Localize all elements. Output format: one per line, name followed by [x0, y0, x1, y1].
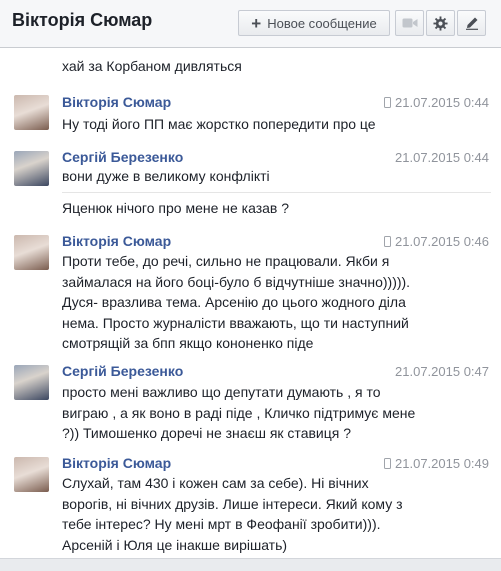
message-line: ?)) Тимошенко доречі не знаєш як ставиця…	[62, 425, 352, 441]
message-text: Яценюк нічого про мене не казав ?	[62, 198, 482, 219]
message-divider	[62, 192, 491, 193]
mobile-phone-icon	[384, 97, 392, 108]
message-item: Вікторія Сюмар 21.07.2015 0:46 Проти теб…	[0, 230, 501, 358]
sender-name[interactable]: Сергій Березенко	[62, 149, 183, 165]
avatar[interactable]	[14, 151, 49, 186]
timestamp-text: 21.07.2015 0:47	[395, 364, 489, 379]
message-timestamp: 21.07.2015 0:46	[384, 234, 489, 249]
plus-icon: +	[251, 13, 262, 33]
compose-button[interactable]	[457, 10, 486, 36]
message-timestamp: 21.07.2015 0:44	[395, 150, 489, 165]
message-item: Вікторія Сюмар 21.07.2015 0:49 Слухай, т…	[0, 452, 501, 558]
conversation-title[interactable]: Вікторія Сюмар	[12, 10, 152, 31]
message-line: Арсеній і Юля це інакше вирішать)	[62, 536, 288, 553]
timestamp-text: 21.07.2015 0:44	[395, 95, 489, 110]
message-item: Сергій Березенко 21.07.2015 0:44 вони ду…	[0, 146, 501, 228]
message-line: займалася на його боці-було б відчутніше…	[62, 273, 411, 290]
message-timestamp: 21.07.2015 0:47	[395, 364, 489, 379]
message-item: Сергій Березенко 21.07.2015 0:47 просто …	[0, 360, 501, 450]
message-line: Слухай, там 430 і кожен сам за себе). Ні…	[62, 475, 369, 491]
avatar[interactable]	[14, 235, 49, 270]
message-timestamp: 21.07.2015 0:49	[384, 456, 489, 471]
message-text: вони дуже в великому конфлікті	[62, 166, 482, 187]
message-line: тебе інтерес? Ну мені мрт в Феофанії зро…	[62, 516, 381, 532]
message-item: хай за Корбаном дивляться	[0, 48, 501, 80]
message-text: хай за Корбаном дивляться	[62, 56, 482, 77]
compose-icon	[465, 17, 478, 30]
message-text: Проти тебе, до речі, сильно не працювали…	[62, 251, 482, 354]
message-line: Яценюк нічого про мене не казав ?	[62, 200, 290, 216]
timestamp-text: 21.07.2015 0:44	[395, 150, 489, 165]
message-line: Проти тебе, до речі, сильно не працювали…	[62, 253, 390, 269]
sender-name[interactable]: Сергій Березенко	[62, 363, 183, 379]
message-line: виграю , а як воно в раді піде , Кличко …	[62, 404, 416, 421]
timestamp-text: 21.07.2015 0:46	[395, 234, 489, 249]
message-text: Слухай, там 430 і кожен сам за себе). Ні…	[62, 473, 482, 555]
mobile-phone-icon	[384, 236, 392, 247]
message-line: ворогів, ні вічних друзів. Лише інтереси…	[62, 495, 403, 512]
message-thread[interactable]: хай за Корбаном дивляться Вікторія Сюмар…	[0, 48, 501, 558]
sender-name[interactable]: Вікторія Сюмар	[62, 94, 171, 110]
avatar[interactable]	[14, 457, 49, 492]
message-item: Вікторія Сюмар 21.07.2015 0:44 Ну тоді й…	[0, 90, 501, 136]
new-message-button[interactable]: + Новое сообщение	[238, 10, 390, 36]
timestamp-text: 21.07.2015 0:49	[395, 456, 489, 471]
mobile-phone-icon	[384, 458, 392, 469]
sender-name[interactable]: Вікторія Сюмар	[62, 233, 171, 249]
message-timestamp: 21.07.2015 0:44	[384, 95, 489, 110]
message-text: просто мені важливо що депутати думають …	[62, 382, 482, 444]
avatar[interactable]	[14, 95, 49, 130]
gear-icon	[433, 15, 448, 31]
message-line: Дуся- вразлива тема. Арсенію до цього жо…	[62, 294, 406, 310]
message-line: нема. Просто журналісти вважають, що ти …	[62, 314, 409, 331]
message-line: Ну тоді його ПП має жорстко попередити п…	[62, 116, 376, 132]
settings-button[interactable]	[426, 10, 455, 36]
sender-name[interactable]: Вікторія Сюмар	[62, 455, 171, 471]
video-call-button[interactable]	[395, 10, 424, 36]
message-line: вони дуже в великому конфлікті	[62, 168, 270, 184]
conversation-header: Вікторія Сюмар + Новое сообщение	[0, 0, 501, 48]
message-line: хай за Корбаном дивляться	[62, 58, 242, 74]
message-text: Ну тоді його ПП має жорстко попередити п…	[62, 114, 482, 135]
avatar[interactable]	[14, 365, 49, 400]
message-line: смотрящій за бпп якщо кононенко піде	[62, 335, 314, 351]
new-message-label: Новое сообщение	[267, 15, 377, 31]
video-camera-icon	[402, 18, 417, 28]
message-line: просто мені важливо що депутати думають …	[62, 384, 381, 400]
composer-edge	[0, 558, 501, 571]
